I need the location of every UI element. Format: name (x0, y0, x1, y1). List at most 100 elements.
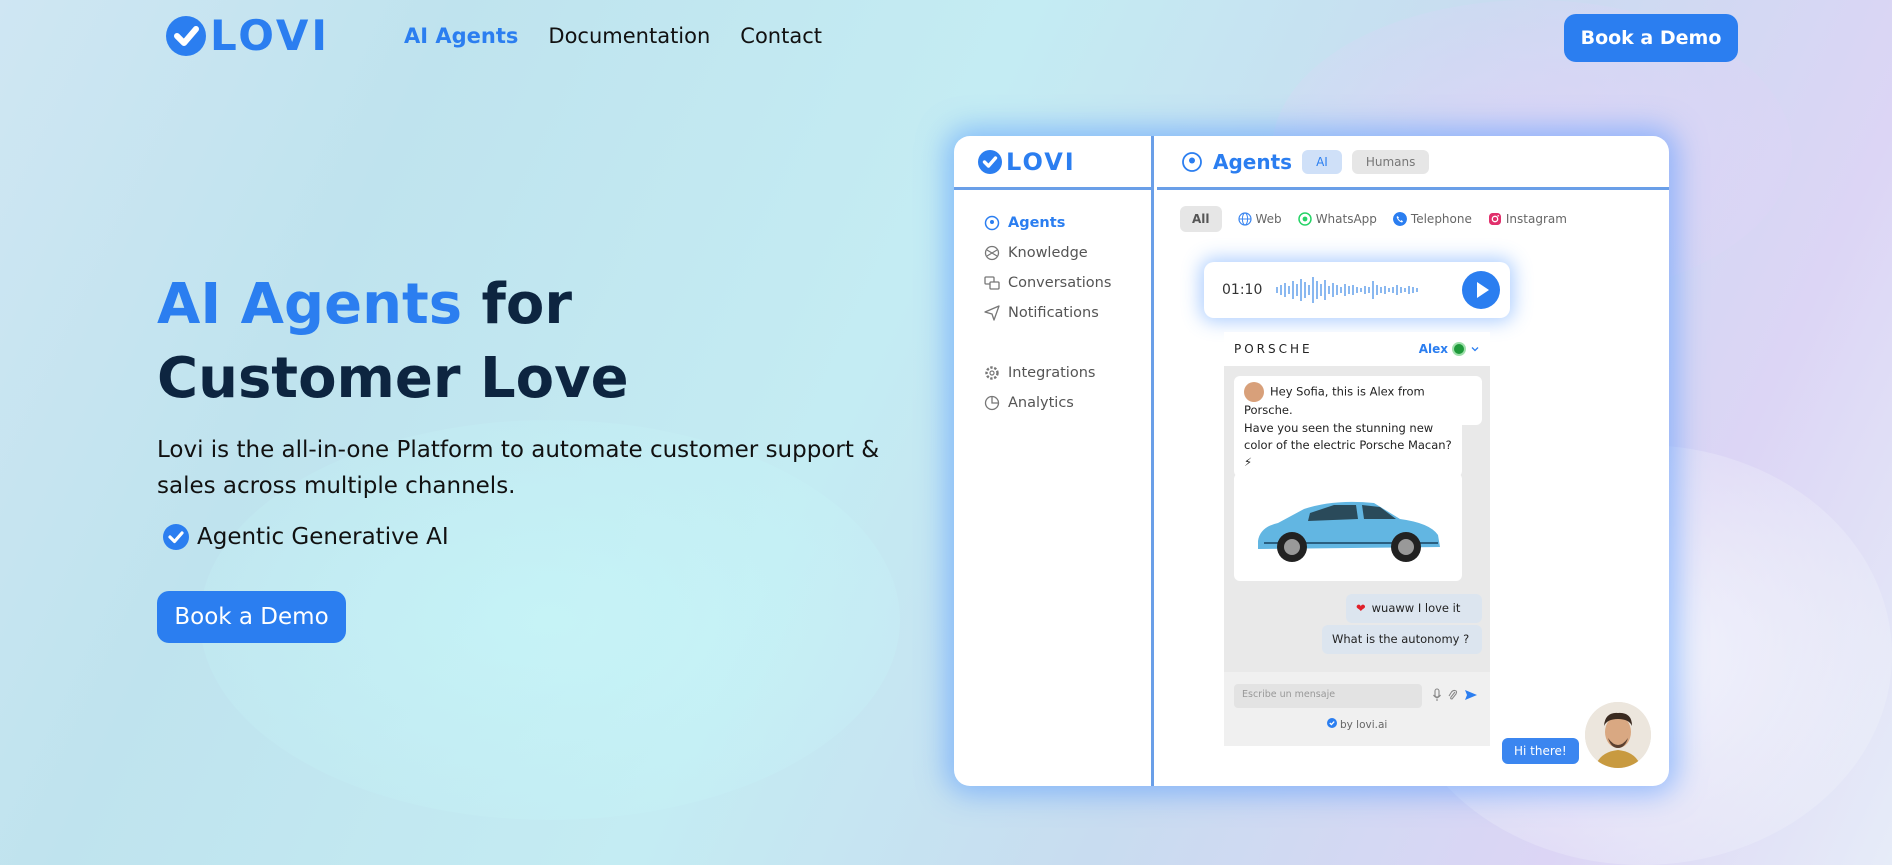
waveform-bar (1316, 281, 1319, 299)
feature-label: Agentic Generative AI (197, 524, 449, 550)
play-button[interactable] (1462, 271, 1500, 309)
integrations-icon (985, 366, 999, 380)
check-icon (978, 149, 1002, 174)
waveform-bar (1336, 285, 1339, 295)
waveform-bar (1364, 286, 1367, 294)
waveform-bar (1312, 277, 1315, 303)
heart-icon: ❤ (1356, 601, 1366, 615)
waveform-bar (1412, 287, 1415, 293)
sidebar-item-integrations[interactable]: Integrations (984, 358, 1151, 388)
waveform-bar (1388, 288, 1391, 292)
waveform-bar (1352, 285, 1355, 295)
user-message: ❤ wuaww I love it (1346, 594, 1482, 623)
logo-text: LOVI (210, 11, 330, 60)
send-icon[interactable] (1464, 688, 1478, 702)
tab-humans[interactable]: Humans (1351, 149, 1430, 174)
waveform-bar (1368, 287, 1371, 293)
hero-title: AI Agents for Customer Love (157, 268, 629, 416)
waveform-bar (1340, 287, 1343, 293)
waveform-bar (1328, 286, 1331, 294)
hero-description: Lovi is the all-in-one Platform to autom… (157, 437, 880, 499)
waveform-bar (1288, 286, 1291, 294)
nav-link-contact[interactable]: Contact (740, 24, 822, 48)
conversations-icon (984, 276, 1000, 290)
user-message: What is the autonomy ? (1322, 625, 1482, 654)
check-icon (166, 16, 206, 56)
waveform-bar (1372, 281, 1375, 299)
mockup-header-title: Agents (1213, 149, 1293, 174)
powered-by-label: by lovi.ai (1339, 719, 1388, 731)
waveform-bar (1392, 287, 1395, 293)
channel-filter-all[interactable]: All (1180, 206, 1222, 232)
voice-message-player: 01:10 (1204, 262, 1510, 318)
whatsapp-icon (1297, 212, 1312, 226)
waveform-bar (1400, 287, 1403, 293)
agent-name: Alex (1418, 342, 1448, 356)
waveform-graphic (1276, 275, 1419, 305)
nav-link-documentation[interactable]: Documentation (548, 24, 710, 48)
sidebar-item-label: Integrations (1008, 365, 1096, 381)
hero-title-line-2: Customer Love (157, 346, 629, 411)
waveform-bar (1416, 288, 1419, 292)
product-mockup: LOVI Agents Knowledge Conversations Noti… (954, 136, 1669, 786)
agent-avatar-large (1585, 702, 1651, 768)
sidebar-item-label: Conversations (1008, 275, 1112, 291)
book-demo-nav-button[interactable]: Book a Demo (1564, 14, 1738, 62)
channel-filters: All Web WhatsApp Telephone Instagram (1180, 206, 1567, 232)
nav-links: AI Agents Documentation Contact (404, 24, 822, 48)
sidebar-item-agents[interactable]: Agents (984, 208, 1151, 238)
online-status-icon (1452, 342, 1466, 356)
waveform-bar (1344, 284, 1347, 296)
lovi-logo[interactable]: LOVI (166, 11, 330, 60)
waveform-bar (1332, 283, 1335, 297)
waveform-bar (1356, 287, 1359, 293)
waveform-bar (1284, 283, 1287, 297)
waveform-bar (1324, 280, 1327, 300)
agent-selector[interactable]: Alex (1419, 342, 1480, 356)
agent-avatar (1244, 382, 1264, 402)
book-demo-hero-button[interactable]: Book a Demo (157, 591, 346, 643)
greeting-bubble: Hi there! (1502, 738, 1579, 764)
attachment-icon[interactable] (1448, 688, 1458, 702)
sidebar-item-label: Notifications (1008, 305, 1099, 321)
tab-ai[interactable]: AI (1302, 149, 1342, 174)
waveform-bar (1408, 286, 1411, 294)
hero-title-accent: AI Agents (157, 272, 463, 337)
mockup-header: Agents AI Humans (1157, 136, 1669, 190)
mockup-logo-text: LOVI (1006, 147, 1076, 176)
channel-label: WhatsApp (1315, 212, 1377, 226)
chat-header: PORSCHE Alex (1224, 332, 1490, 366)
waveform-bar (1380, 287, 1383, 293)
nav-link-ai-agents[interactable]: AI Agents (404, 24, 518, 48)
message-text: wuaww I love it (1371, 601, 1461, 615)
message-input[interactable]: Escribe un mensaje (1234, 684, 1422, 708)
chat-footer: Escribe un mensaje by lovi.ai (1224, 672, 1490, 746)
feature-item: Agentic Generative AI (163, 524, 449, 550)
check-badge-icon (163, 524, 189, 550)
sidebar-item-knowledge[interactable]: Knowledge (984, 238, 1151, 268)
waveform-bar (1308, 285, 1311, 295)
microphone-icon[interactable] (1432, 688, 1442, 702)
sidebar-item-conversations[interactable]: Conversations (984, 268, 1151, 298)
waveform-bar (1376, 285, 1379, 295)
sidebar-item-label: Agents (1008, 215, 1066, 231)
chevron-down-icon (1471, 347, 1479, 352)
powered-by: by lovi.ai (1224, 718, 1490, 731)
check-icon (1326, 718, 1337, 728)
hero-title-rest: for (462, 272, 572, 337)
waveform-bar (1360, 288, 1363, 292)
channel-label: Instagram (1505, 212, 1567, 226)
instagram-icon (1488, 213, 1501, 225)
brand-wordmark: PORSCHE (1234, 342, 1313, 356)
channel-filter-instagram[interactable]: Instagram (1488, 212, 1567, 226)
waveform-bar (1384, 286, 1387, 294)
channel-filter-web[interactable]: Web (1237, 212, 1282, 226)
waveform-bar (1348, 286, 1351, 294)
channel-filter-telephone[interactable]: Telephone (1392, 212, 1472, 226)
waveform-bar (1280, 285, 1283, 295)
waveform-bar (1276, 287, 1279, 293)
channel-filter-whatsapp[interactable]: WhatsApp (1297, 212, 1377, 226)
chat-widget: PORSCHE Alex Hey Sofia, this is Alex fro… (1224, 332, 1490, 746)
sidebar-item-analytics[interactable]: Analytics (984, 388, 1151, 418)
sidebar-item-notifications[interactable]: Notifications (984, 298, 1151, 328)
